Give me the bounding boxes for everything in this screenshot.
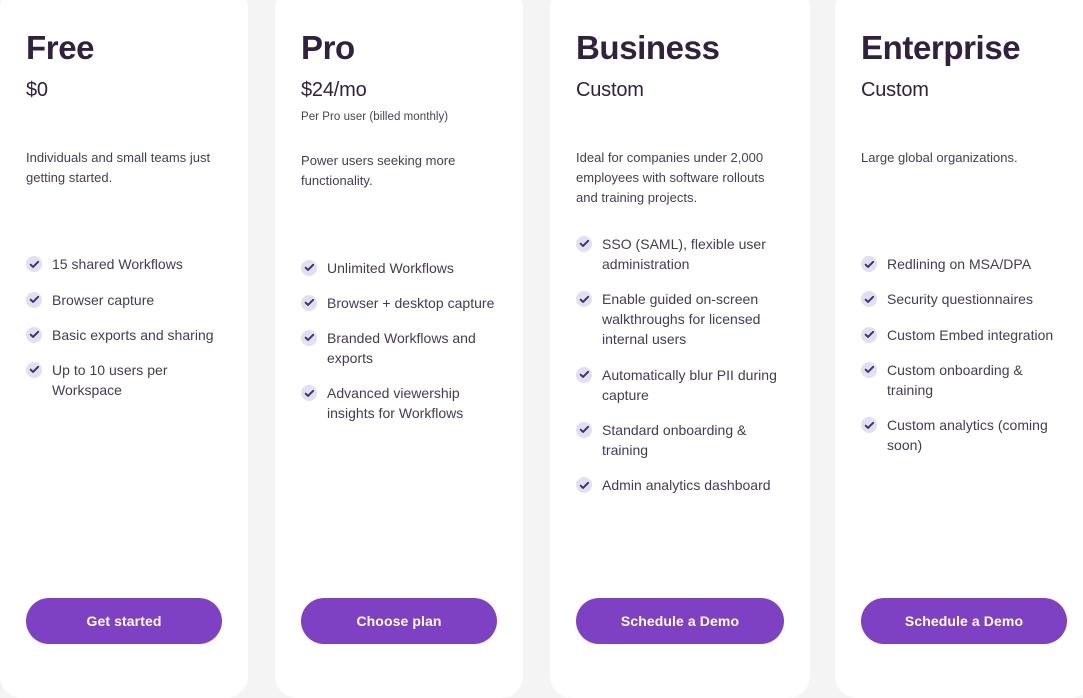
check-circle-icon bbox=[301, 259, 317, 276]
check-circle-icon bbox=[576, 477, 592, 494]
check-circle-icon bbox=[861, 256, 877, 273]
feature-list: Redlining on MSA/DPA Security questionna… bbox=[861, 254, 1067, 470]
cta-container: Schedule a Demo bbox=[861, 598, 1067, 698]
get-started-button[interactable]: Get started bbox=[26, 598, 222, 644]
feature-label: Unlimited Workflows bbox=[327, 259, 454, 276]
plan-price: $0 bbox=[26, 78, 48, 101]
check-circle-icon bbox=[26, 326, 42, 343]
check-circle-icon bbox=[861, 417, 877, 433]
choose-plan-button[interactable]: Choose plan bbox=[301, 598, 497, 644]
feature-label: Security questionnaires bbox=[887, 291, 1033, 308]
cta-container: Get started bbox=[26, 598, 222, 698]
plan-price: Custom bbox=[576, 78, 644, 101]
feature-label: Browser capture bbox=[52, 291, 155, 308]
feature-label: SSO (SAML), flexible user administration bbox=[602, 235, 766, 272]
feature-item: Automatically blur PII during capture bbox=[576, 365, 784, 405]
feature-item: Browser + desktop capture bbox=[301, 293, 497, 313]
check-circle-icon bbox=[301, 385, 317, 402]
feature-label: Redlining on MSA/DPA bbox=[887, 256, 1032, 273]
check-circle-icon bbox=[576, 421, 592, 438]
plan-description: Ideal for companies under 2,000 employee… bbox=[576, 149, 765, 206]
feature-label: Custom analytics (coming soon) bbox=[887, 417, 1048, 454]
check-circle-icon bbox=[301, 329, 317, 346]
plan-name: Enterprise bbox=[861, 29, 1021, 66]
plan-price: $24/mo bbox=[301, 78, 367, 101]
feature-list: Unlimited Workflows Browser + desktop ca… bbox=[301, 258, 497, 439]
check-circle-icon bbox=[576, 235, 592, 252]
check-circle-icon bbox=[301, 294, 317, 311]
feature-label: Branded Workflows and exports bbox=[327, 329, 476, 367]
feature-item: Unlimited Workflows bbox=[301, 258, 497, 278]
header-spacer bbox=[301, 125, 497, 151]
check-circle-icon bbox=[26, 291, 42, 308]
check-circle-icon bbox=[861, 291, 877, 308]
feature-item: Enable guided on-screen walkthroughs for… bbox=[576, 289, 784, 349]
plan-card-pro: Pro $24/mo Per Pro user (billed monthly)… bbox=[275, 0, 523, 698]
feature-label: Standard onboarding & training bbox=[602, 421, 747, 458]
check-circle-icon bbox=[861, 326, 877, 343]
plan-card-free: Free $0 Individuals and small teams just… bbox=[0, 0, 248, 698]
feature-list: 15 shared Workflows Browser capture Basi… bbox=[26, 254, 222, 415]
feature-list: SSO (SAML), flexible user administration… bbox=[576, 234, 784, 511]
feature-item: 15 shared Workflows bbox=[26, 254, 222, 274]
feature-label: 15 shared Workflows bbox=[52, 256, 183, 273]
schedule-demo-button-business[interactable]: Schedule a Demo bbox=[576, 598, 784, 644]
feature-item: Admin analytics dashboard bbox=[576, 475, 784, 495]
plan-description: Individuals and small teams just getting… bbox=[26, 149, 211, 186]
check-circle-icon bbox=[576, 291, 592, 308]
feature-label: Enable guided on-screen walkthroughs for… bbox=[602, 291, 761, 348]
plan-price: Custom bbox=[861, 78, 929, 101]
feature-item: Advanced viewership insights for Workflo… bbox=[301, 383, 497, 423]
cta-container: Choose plan bbox=[301, 598, 497, 698]
plan-name: Business bbox=[576, 29, 720, 66]
plan-name: Pro bbox=[301, 29, 355, 66]
feature-item: Browser capture bbox=[26, 290, 222, 310]
feature-label: Basic exports and sharing bbox=[52, 326, 214, 343]
feature-label: Up to 10 users per Workspace bbox=[52, 361, 168, 399]
feature-label: Automatically blur PII during capture bbox=[602, 366, 777, 403]
feature-item: SSO (SAML), flexible user administration bbox=[576, 234, 784, 274]
feature-item: Custom analytics (coming soon) bbox=[861, 415, 1067, 455]
feature-item: Branded Workflows and exports bbox=[301, 328, 497, 368]
plan-description: Large global organizations. bbox=[861, 149, 1018, 165]
cta-container: Schedule a Demo bbox=[576, 598, 784, 698]
plan-card-enterprise: Enterprise Custom Large global organizat… bbox=[835, 0, 1083, 698]
check-circle-icon bbox=[576, 366, 592, 383]
feature-item: Custom onboarding & training bbox=[861, 360, 1067, 400]
plan-price-note: Per Pro user (billed monthly) bbox=[301, 110, 449, 123]
header-spacer bbox=[861, 102, 1067, 148]
feature-item: Custom Embed integration bbox=[861, 325, 1067, 345]
plan-description: Power users seeking more functionality. bbox=[301, 153, 456, 189]
check-circle-icon bbox=[26, 361, 42, 378]
feature-label: Custom Embed integration bbox=[887, 326, 1054, 343]
feature-item: Redlining on MSA/DPA bbox=[861, 254, 1067, 274]
feature-item: Basic exports and sharing bbox=[26, 325, 222, 345]
feature-label: Browser + desktop capture bbox=[327, 294, 495, 311]
feature-label: Admin analytics dashboard bbox=[602, 477, 771, 494]
desc-spacer bbox=[576, 209, 784, 234]
desc-spacer bbox=[861, 168, 1067, 254]
feature-item: Security questionnaires bbox=[861, 289, 1067, 309]
desc-spacer bbox=[301, 192, 497, 258]
plan-name: Free bbox=[26, 29, 95, 66]
pricing-plan-grid: Free $0 Individuals and small teams just… bbox=[0, 0, 1083, 698]
feature-item: Standard onboarding & training bbox=[576, 420, 784, 460]
header-spacer bbox=[26, 102, 222, 148]
feature-item: Up to 10 users per Workspace bbox=[26, 360, 222, 400]
desc-spacer bbox=[26, 188, 222, 254]
check-circle-icon bbox=[861, 361, 877, 378]
plan-card-business: Business Custom Ideal for companies unde… bbox=[550, 0, 810, 698]
feature-label: Custom onboarding & training bbox=[887, 361, 1023, 398]
feature-label: Advanced viewership insights for Workflo… bbox=[327, 385, 464, 422]
check-circle-icon bbox=[26, 256, 42, 273]
schedule-demo-button-enterprise[interactable]: Schedule a Demo bbox=[861, 598, 1067, 644]
header-spacer bbox=[576, 102, 784, 148]
